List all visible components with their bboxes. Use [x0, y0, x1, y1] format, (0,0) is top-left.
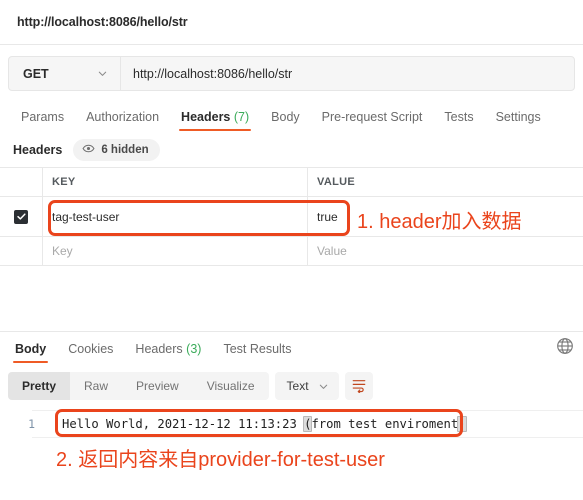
tab-headers[interactable]: Headers (7): [170, 110, 260, 131]
column-header-value: VALUE: [307, 168, 583, 196]
url-input[interactable]: http://localhost:8086/hello/str: [121, 57, 574, 90]
hidden-headers-toggle[interactable]: 6 hidden: [73, 138, 160, 161]
new-header-value-input[interactable]: Value: [307, 237, 583, 265]
headers-section-title: Headers: [13, 142, 63, 157]
response-body-text[interactable]: Hello World, 2021-12-12 11:13:23 (from t…: [62, 410, 467, 438]
close-paren-highlight: ): [457, 416, 467, 432]
hidden-headers-count: 6 hidden: [101, 143, 149, 156]
tab-authorization-label: Authorization: [86, 110, 160, 124]
view-mode-raw[interactable]: Raw: [70, 372, 122, 400]
tab-authorization[interactable]: Authorization: [75, 110, 170, 131]
method-selector[interactable]: GET: [9, 57, 121, 90]
tab-settings-label: Settings: [495, 110, 541, 124]
response-format-selector[interactable]: Text: [274, 372, 339, 400]
tab-params-label: Params: [21, 110, 65, 124]
tab-headers-label: Headers: [181, 110, 231, 124]
annotation-label-1: 1. header加入数据: [357, 211, 522, 233]
chevron-down-icon: [97, 68, 108, 79]
wrap-lines-icon: [351, 377, 367, 396]
response-body: 1 Hello World, 2021-12-12 11:13:23 (from…: [0, 410, 583, 438]
tab-pre-request-script[interactable]: Pre-request Script: [311, 110, 434, 131]
response-view-mode-group: Pretty Raw Preview Visualize: [8, 372, 269, 400]
response-tab-headers-label: Headers: [135, 342, 183, 356]
code-line-number: 1: [28, 417, 35, 431]
response-body-text-inner: from test enviroment: [311, 417, 459, 431]
new-row-checkbox-cell: [0, 237, 42, 265]
table-row: Key Value: [0, 237, 583, 265]
column-header-key-label: KEY: [52, 176, 76, 188]
tab-headers-count: (7): [233, 110, 250, 124]
header-key-input[interactable]: tag-test-user: [42, 197, 307, 236]
headers-subbar: Headers 6 hidden: [0, 135, 583, 164]
method-label: GET: [23, 66, 49, 81]
table-header-row: KEY VALUE: [0, 168, 583, 197]
response-tab-cookies[interactable]: Cookies: [57, 342, 124, 363]
response-tabs: Body Cookies Headers (3) Test Results: [0, 332, 583, 363]
response-tab-cookies-label: Cookies: [68, 342, 114, 356]
tab-pre-request-script-label: Pre-request Script: [321, 110, 423, 124]
header-row-checkbox-spacer: [0, 168, 42, 196]
column-header-key: KEY: [42, 168, 307, 196]
row-enable-checkbox-cell: [0, 197, 42, 236]
response-tab-test-results[interactable]: Test Results: [212, 342, 302, 363]
url-bar: GET http://localhost:8086/hello/str: [8, 56, 575, 91]
request-title-bar: http://localhost:8086/hello/str: [0, 0, 583, 45]
request-title: http://localhost:8086/hello/str: [17, 15, 188, 29]
chevron-down-icon: [318, 381, 329, 392]
response-tab-headers-count: (3): [186, 342, 202, 356]
tab-body[interactable]: Body: [260, 110, 311, 131]
tab-body-label: Body: [271, 110, 300, 124]
row-enable-checkbox[interactable]: [14, 209, 28, 224]
view-mode-visualize[interactable]: Visualize: [193, 372, 269, 400]
view-mode-pretty[interactable]: Pretty: [8, 372, 71, 400]
response-tab-headers[interactable]: Headers (3): [124, 342, 212, 363]
response-tab-body[interactable]: Body: [4, 342, 57, 363]
response-body-text-main: Hello World, 2021-12-12 11:13:23: [62, 417, 305, 431]
globe-icon[interactable]: [556, 337, 574, 355]
response-view-toolbar: Pretty Raw Preview Visualize Text: [8, 372, 373, 400]
tab-settings[interactable]: Settings: [485, 110, 552, 131]
response-tab-test-results-label: Test Results: [223, 342, 292, 356]
response-tab-body-label: Body: [15, 342, 47, 356]
new-header-key-input[interactable]: Key: [42, 237, 307, 265]
annotation-label-2: 2. 返回内容来自provider-for-test-user: [56, 449, 385, 471]
column-header-value-label: VALUE: [317, 176, 355, 188]
response-format-label: Text: [286, 379, 309, 393]
wrap-lines-button[interactable]: [344, 372, 373, 400]
tab-tests-label: Tests: [444, 110, 474, 124]
eye-icon: [82, 142, 95, 158]
tab-params[interactable]: Params: [10, 110, 75, 131]
tab-tests[interactable]: Tests: [433, 110, 484, 131]
view-mode-preview[interactable]: Preview: [122, 372, 193, 400]
request-tabs: Params Authorization Headers (7) Body Pr…: [0, 100, 583, 131]
